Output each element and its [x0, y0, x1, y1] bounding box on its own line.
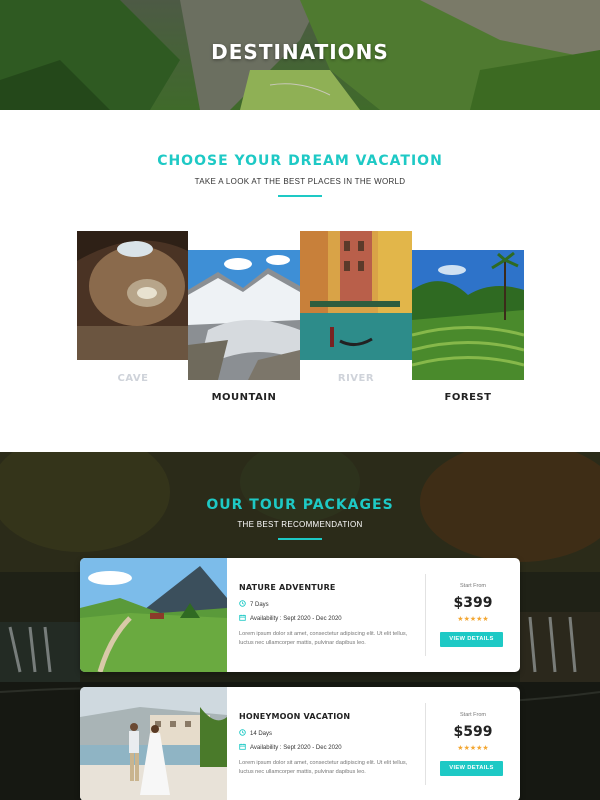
start-from-label: Start From	[460, 712, 486, 718]
package-duration-text: 14 Days	[250, 731, 273, 737]
package-duration: 7 Days	[239, 600, 269, 608]
dream-title-underline	[278, 195, 322, 197]
package-price: $599	[453, 724, 493, 740]
view-details-button[interactable]: VIEW DETAILS	[440, 761, 503, 776]
dream-section-title: CHOOSE YOUR DREAM VACATION	[157, 153, 443, 169]
rating-stars: ★★★★★	[457, 745, 489, 752]
package-duration-text: 7 Days	[250, 602, 269, 608]
tour-package-card: HONEYMOON VACATION 14 Days Availability …	[80, 687, 520, 800]
tours-title-underline	[278, 538, 322, 540]
package-name[interactable]: NATURE ADVENTURE	[239, 583, 336, 592]
destination-label-mountain[interactable]: MOUNTAIN	[188, 392, 300, 403]
package-availability-text: Availability : Sept 2020 - Dec 2020	[250, 745, 342, 751]
package-duration: 14 Days	[239, 729, 272, 737]
destination-cave-image[interactable]	[77, 231, 188, 360]
package-availability: Availability : Sept 2020 - Dec 2020	[239, 614, 342, 622]
destination-forest-image[interactable]	[412, 250, 524, 380]
hero-banner: DESTINATIONS	[0, 0, 600, 110]
tour-packages-section: OUR TOUR PACKAGES THE BEST RECOMMENDATIO…	[0, 452, 600, 800]
clock-icon	[239, 600, 246, 607]
price-box: Start From $399 ★★★★★ VIEW DETAILS	[426, 558, 520, 672]
view-details-button[interactable]: VIEW DETAILS	[440, 632, 503, 647]
destination-label-cave[interactable]: CAVE	[77, 373, 189, 384]
destination-river-image[interactable]	[300, 231, 412, 360]
tours-section-title: OUR TOUR PACKAGES	[206, 497, 394, 513]
package-availability-text: Availability : Sept 2020 - Dec 2020	[250, 616, 342, 622]
rating-stars: ★★★★★	[457, 616, 489, 623]
package-name[interactable]: HONEYMOON VACATION	[239, 712, 350, 721]
destination-mountain-image[interactable]	[188, 250, 300, 380]
calendar-icon	[239, 743, 246, 750]
tours-section-subtitle: THE BEST RECOMMENDATION	[237, 520, 363, 529]
clock-icon	[239, 729, 246, 736]
dream-section-subtitle: TAKE A LOOK AT THE BEST PLACES IN THE WO…	[194, 177, 406, 186]
calendar-icon	[239, 614, 246, 621]
destination-label-forest[interactable]: FOREST	[412, 392, 524, 403]
tour-package-card: NATURE ADVENTURE 7 Days Availability : S…	[80, 558, 520, 672]
nature-adventure-image[interactable]	[80, 558, 227, 672]
package-description: Lorem ipsum dolor sit amet, consectetur …	[239, 631, 408, 646]
package-availability: Availability : Sept 2020 - Dec 2020	[239, 743, 342, 751]
package-price: $399	[453, 595, 493, 611]
honeymoon-vacation-image[interactable]	[80, 687, 227, 800]
package-description: Lorem ipsum dolor sit amet, consectetur …	[239, 760, 408, 775]
destination-label-river[interactable]: RIVER	[300, 373, 412, 384]
start-from-label: Start From	[460, 583, 486, 589]
price-box: Start From $599 ★★★★★ VIEW DETAILS	[426, 687, 520, 800]
page-title: DESTINATIONS	[211, 40, 389, 64]
